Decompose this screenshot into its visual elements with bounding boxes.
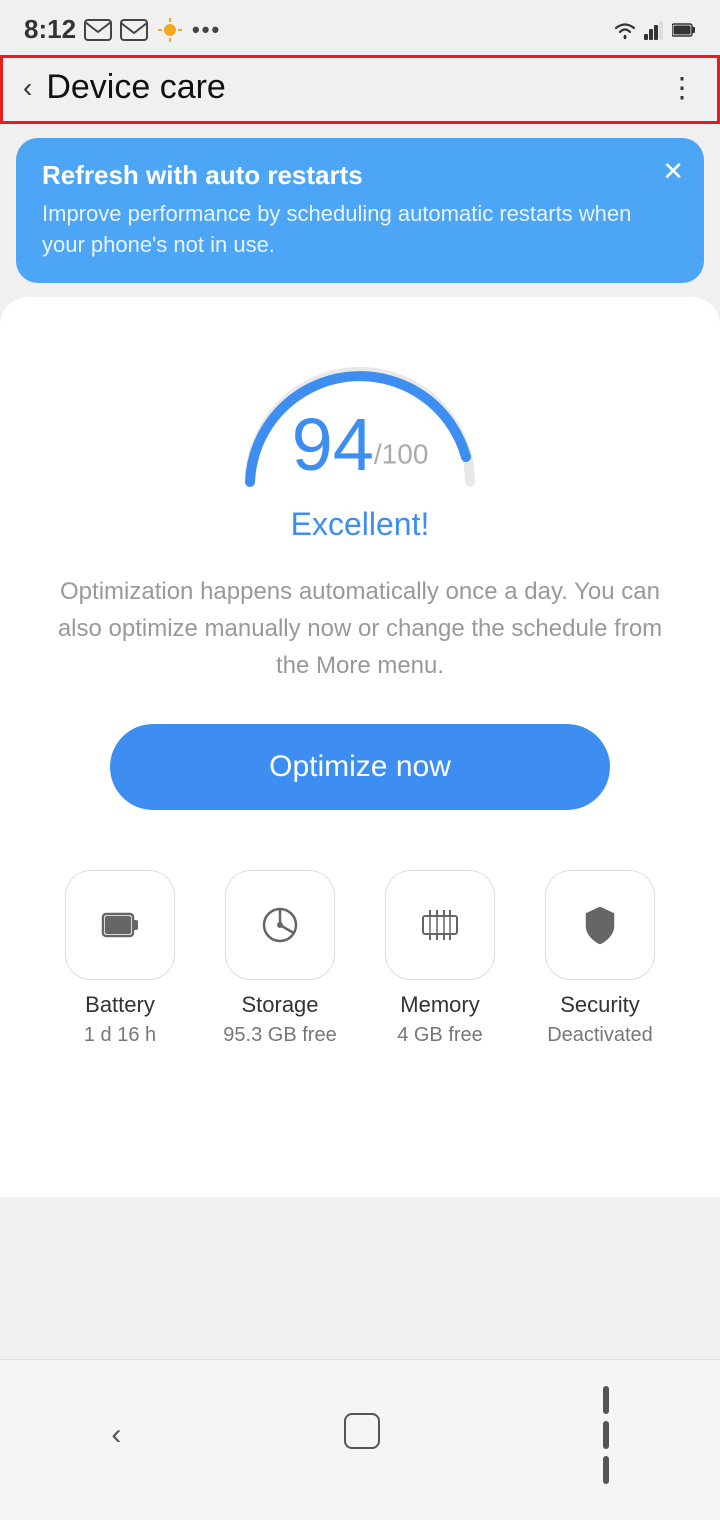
memory-item[interactable]: Memory 4 GB free xyxy=(360,870,520,1047)
score-section: 94/100 Excellent! xyxy=(30,337,690,543)
security-icon xyxy=(575,900,625,950)
score-value: 94 xyxy=(292,403,374,486)
score-label: Excellent! xyxy=(291,506,430,543)
battery-label: Battery xyxy=(85,992,155,1018)
header-left: ‹ Device care xyxy=(23,68,226,107)
recents-icon xyxy=(603,1386,609,1484)
memory-label: Memory xyxy=(400,992,479,1018)
optimize-description: Optimization happens automatically once … xyxy=(50,573,670,685)
banner-close-button[interactable]: ✕ xyxy=(662,156,684,187)
weather-icon xyxy=(156,16,184,44)
security-icon-circle xyxy=(545,870,655,980)
home-square-icon xyxy=(344,1413,380,1449)
more-dots: ••• xyxy=(192,17,221,43)
security-item[interactable]: Security Deactivated xyxy=(520,870,680,1047)
signal-icon xyxy=(644,20,666,40)
memory-icon-circle xyxy=(385,870,495,980)
email-icon xyxy=(84,19,112,41)
header: ‹ Device care ⋮ xyxy=(0,55,720,124)
storage-icon xyxy=(255,900,305,950)
banner-title: Refresh with auto restarts xyxy=(42,160,648,191)
memory-sublabel: 4 GB free xyxy=(397,1024,483,1047)
battery-status-icon xyxy=(672,22,696,38)
wifi-icon xyxy=(612,20,638,40)
storage-label: Storage xyxy=(241,992,318,1018)
memory-icon xyxy=(415,900,465,950)
nav-back-button[interactable]: ‹ xyxy=(81,1410,151,1460)
battery-item[interactable]: Battery 1 d 16 h xyxy=(40,870,200,1047)
auto-restart-banner: Refresh with auto restarts Improve perfo… xyxy=(16,138,704,283)
score-text: 94/100 xyxy=(292,408,429,482)
gmail-icon xyxy=(120,19,148,41)
bottom-navigation: ‹ xyxy=(0,1359,720,1520)
security-sublabel: Deactivated xyxy=(547,1024,653,1047)
bottom-icons-row: Battery 1 d 16 h Storage 95.3 GB free xyxy=(30,860,690,1067)
back-button[interactable]: ‹ xyxy=(23,72,32,104)
main-card: 94/100 Excellent! Optimization happens a… xyxy=(0,297,720,1197)
status-time: 8:12 ••• xyxy=(24,14,221,45)
score-max: /100 xyxy=(374,438,429,469)
nav-recents-button[interactable] xyxy=(573,1378,639,1492)
battery-sublabel: 1 d 16 h xyxy=(84,1024,156,1047)
storage-icon-circle xyxy=(225,870,335,980)
battery-icon-circle xyxy=(65,870,175,980)
gauge-container: 94/100 xyxy=(220,337,500,492)
optimize-now-button[interactable]: Optimize now xyxy=(110,724,610,810)
more-options-button[interactable]: ⋮ xyxy=(668,71,697,104)
time-label: 8:12 xyxy=(24,14,76,45)
battery-icon xyxy=(95,900,145,950)
storage-sublabel: 95.3 GB free xyxy=(223,1024,336,1047)
storage-item[interactable]: Storage 95.3 GB free xyxy=(200,870,360,1047)
status-bar: 8:12 ••• xyxy=(0,0,720,55)
banner-description: Improve performance by scheduling automa… xyxy=(42,199,648,261)
status-icons xyxy=(612,20,696,40)
nav-home-button[interactable] xyxy=(314,1405,410,1465)
page-title: Device care xyxy=(46,68,226,107)
security-label: Security xyxy=(560,992,639,1018)
